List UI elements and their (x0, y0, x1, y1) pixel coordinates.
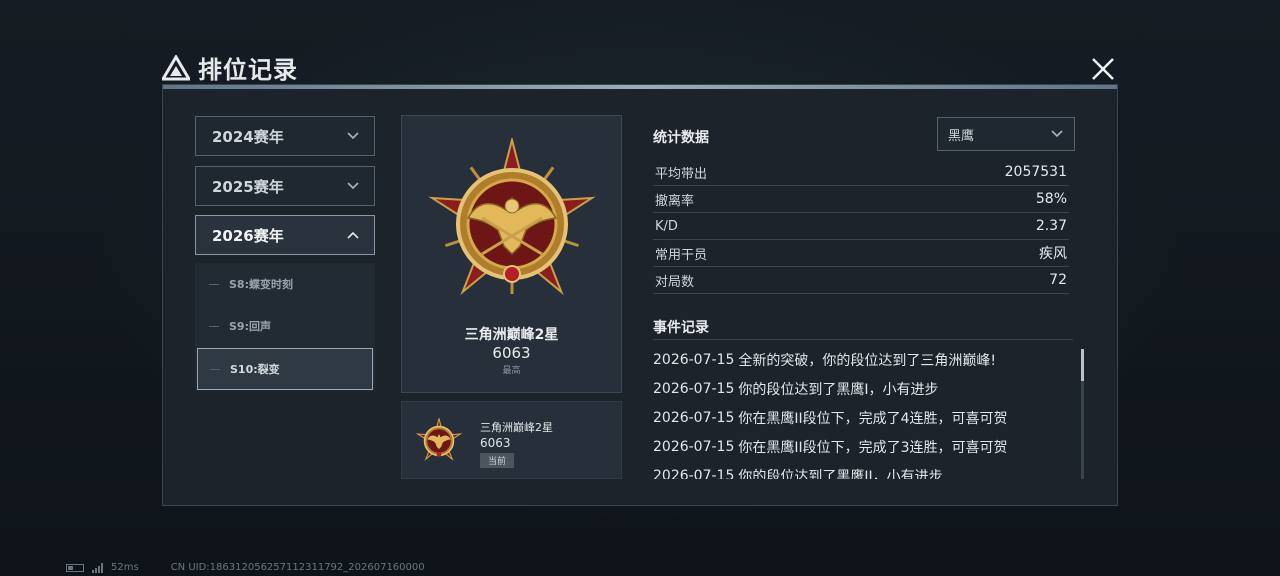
events-scrollbar[interactable] (1081, 349, 1084, 479)
stat-value: 2.37 (1035, 218, 1067, 234)
close-icon[interactable] (1088, 54, 1118, 84)
current-rank-card: 三角洲巅峰2星 6063 当前 (401, 401, 622, 479)
stat-key: 对局数 (655, 274, 695, 290)
delta-logo-icon (162, 54, 190, 81)
rank-record-panel: 2024赛年 2025赛年 2026赛年 S8:蝶变时刻 S9:回声 S10:裂… (162, 84, 1118, 506)
event-date: 2026-07-15 (653, 438, 735, 455)
sub-season-s9[interactable]: S9:回声 (197, 307, 373, 345)
dash (209, 325, 219, 327)
sub-season-list: S8:蝶变时刻 S9:回声 S10:裂变 (195, 263, 375, 391)
events-list[interactable]: 2026-07-15 全新的突破，你的段位达到了三角洲巅峰! 2026-07-1… (653, 345, 1069, 480)
stats-title: 统计数据 (653, 130, 709, 146)
event-text: 你在黑鹰II段位下，完成了4连胜，可喜可贺 (738, 410, 1008, 427)
season-label: 2025赛年 (212, 177, 284, 196)
events-title: 事件记录 (653, 320, 709, 336)
ping-text: 52ms (111, 562, 139, 573)
event-text: 你的段位达到了黑鹰I，小有进步 (738, 381, 939, 398)
rank-medal-small-icon (416, 418, 462, 461)
event-item: 2026-07-15 你在黑鹰II段位下，完成了4连胜，可喜可贺 (653, 403, 1069, 432)
event-date: 2026-07-15 (653, 409, 735, 426)
stat-key: 平均带出 (655, 166, 708, 182)
stat-value: 2057531 (1004, 164, 1067, 180)
chevron-down-icon (347, 182, 359, 190)
signal-icon (92, 562, 103, 573)
event-date: 2026-07-15 (653, 380, 735, 397)
rank-filter-dropdown[interactable]: 黑鹰 (937, 117, 1075, 151)
close-button[interactable] (1088, 54, 1118, 84)
event-text: 全新的突破，你的段位达到了三角洲巅峰! (738, 352, 996, 369)
event-text: 你的段位达到了黑鹰II，小有进步 (738, 468, 943, 480)
sub-season-s10[interactable]: S10:裂变 (197, 348, 373, 390)
battery-icon (66, 563, 84, 572)
stat-row: 撤离率 58% (653, 186, 1069, 213)
event-text: 你在黑鹰II段位下，完成了3连胜，可喜可贺 (738, 439, 1008, 456)
stat-row: 平均带出 2057531 (653, 159, 1069, 186)
rank-medal-icon (428, 138, 596, 296)
chevron-up-icon (347, 231, 359, 239)
best-rank-card: 三角洲巅峰2星 6063 最高 (401, 115, 622, 393)
status-bar: 52ms CN UID:18631205625711231179​2_20260… (66, 562, 425, 573)
dash (209, 283, 219, 285)
page-title: 排位记录 (198, 56, 298, 84)
stat-row: K/D 2.37 (653, 213, 1069, 240)
sub-season-label: S8:蝶变时刻 (229, 278, 293, 291)
best-rank-score: 6063 (492, 344, 531, 362)
divider (653, 339, 1073, 340)
chevron-down-icon (347, 132, 359, 140)
season-2026-dropdown[interactable]: 2026赛年 (195, 215, 375, 255)
stat-value: 疾风 (1039, 246, 1067, 262)
stat-key: 常用干员 (655, 247, 708, 263)
sub-season-label: S9:回声 (229, 320, 271, 333)
event-date: 2026-07-15 (653, 467, 735, 480)
event-date: 2026-07-15 (653, 351, 735, 368)
stats-table: 平均带出 2057531 撤离率 58% K/D 2.37 常用干员 疾风 对局… (653, 159, 1069, 294)
current-rank-score: 6063 (480, 436, 511, 450)
best-rank-name: 三角洲巅峰2星 (464, 327, 559, 343)
stat-value: 58% (1035, 191, 1067, 207)
uid-text: CN UID:18631205625711231179​2_2026071600… (170, 562, 425, 573)
rank-filter-label: 黑鹰 (948, 128, 975, 144)
season-2024-dropdown[interactable]: 2024赛年 (195, 116, 375, 156)
dash (210, 368, 220, 370)
event-item: 2026-07-15 你在黑鹰II段位下，完成了3连胜，可喜可贺 (653, 432, 1069, 461)
scrollbar-thumb[interactable] (1081, 349, 1084, 381)
event-item: 2026-07-15 全新的突破，你的段位达到了三角洲巅峰! (653, 345, 1069, 374)
event-item: 2026-07-15 你的段位达到了黑鹰I，小有进步 (653, 374, 1069, 403)
stat-row: 常用干员 疾风 (653, 240, 1069, 267)
header: 排位记录 (162, 50, 298, 85)
stat-value: 72 (1049, 272, 1067, 288)
sub-season-label: S10:裂变 (230, 363, 280, 376)
stat-key: K/D (655, 218, 678, 234)
chevron-down-icon (1051, 130, 1063, 138)
stat-row: 对局数 72 (653, 267, 1069, 294)
current-rank-badge: 当前 (480, 453, 515, 468)
season-label: 2026赛年 (212, 226, 284, 245)
season-2025-dropdown[interactable]: 2025赛年 (195, 166, 375, 206)
stat-key: 撤离率 (655, 193, 695, 209)
best-rank-tag: 最高 (502, 366, 521, 376)
sub-season-s8[interactable]: S8:蝶变时刻 (197, 265, 373, 303)
panel-top-accent (163, 85, 1117, 89)
current-rank-name: 三角洲巅峰2星 (480, 421, 553, 434)
event-item: 2026-07-15 你的段位达到了黑鹰II，小有进步 (653, 461, 1069, 480)
season-label: 2024赛年 (212, 127, 284, 146)
